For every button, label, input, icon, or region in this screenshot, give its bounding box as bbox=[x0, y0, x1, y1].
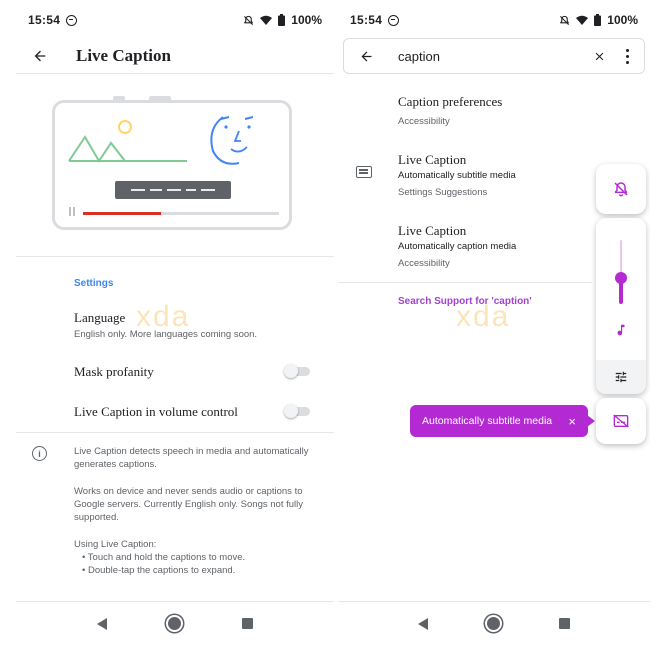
battery-icon bbox=[278, 14, 286, 26]
pause-icon bbox=[69, 207, 77, 216]
data-saver-icon bbox=[66, 14, 78, 26]
illustration-art bbox=[68, 116, 254, 165]
search-result[interactable]: Live Caption Automatically subtitle medi… bbox=[398, 152, 590, 198]
nav-home-icon[interactable] bbox=[486, 617, 500, 630]
wifi-icon bbox=[260, 15, 273, 25]
section-title-settings: Settings bbox=[74, 278, 114, 289]
status-time: 15:54 bbox=[350, 13, 383, 27]
navigation-bar bbox=[338, 601, 650, 645]
search-input[interactable]: caption bbox=[398, 49, 440, 64]
result-title: Caption preferences bbox=[398, 94, 503, 109]
toggle-thumb bbox=[284, 364, 298, 378]
result-source: Accessibility bbox=[398, 116, 450, 127]
dnd-off-icon bbox=[560, 15, 570, 25]
language-preference[interactable]: Language English only. More languages co… bbox=[74, 310, 320, 340]
caption-bar bbox=[115, 181, 231, 199]
dnd-off-icon bbox=[244, 15, 254, 25]
live-caption-tooltip: Automatically subtitle media × bbox=[410, 405, 595, 437]
media-volume-panel bbox=[596, 218, 646, 394]
info-paragraph-1: Live Caption detects speech in media and… bbox=[74, 446, 309, 470]
music-note-icon bbox=[614, 322, 628, 343]
status-time: 15:54 bbox=[28, 13, 61, 27]
volume-control-toggle[interactable] bbox=[284, 404, 312, 418]
phone-power-button bbox=[149, 96, 171, 100]
result-source: Accessibility bbox=[398, 258, 450, 269]
close-icon bbox=[595, 52, 603, 60]
divider bbox=[16, 256, 334, 257]
phone-volume-button bbox=[113, 96, 125, 100]
search-support-link[interactable]: Search Support for 'caption' bbox=[398, 296, 532, 307]
preference-subtitle: English only. More languages coming soon… bbox=[74, 329, 258, 340]
info-paragraph-2: Works on device and never sends audio or… bbox=[74, 486, 303, 523]
nav-back-icon[interactable] bbox=[96, 617, 107, 630]
live-caption-illustration bbox=[52, 96, 292, 230]
battery-icon bbox=[594, 14, 602, 26]
battery-percent: 100% bbox=[607, 13, 638, 27]
data-saver-icon bbox=[388, 14, 400, 26]
settings-search-screen: 15:54 100% caption Caption preferences A… bbox=[338, 0, 650, 645]
back-button[interactable] bbox=[22, 38, 58, 74]
result-subtitle: Automatically caption media bbox=[398, 241, 517, 252]
tooltip-close-button[interactable]: × bbox=[568, 415, 576, 428]
mountain-icon bbox=[68, 135, 187, 163]
page-title: Live Caption bbox=[76, 45, 171, 65]
usage-heading: Using Live Caption: bbox=[74, 539, 157, 550]
search-result[interactable]: Live Caption Automatically caption media… bbox=[398, 223, 590, 269]
arrow-back-icon bbox=[34, 50, 46, 61]
navigation-bar bbox=[16, 601, 334, 645]
ringer-mute-button[interactable] bbox=[596, 164, 646, 214]
info-icon: i bbox=[32, 446, 47, 461]
clear-search-button[interactable] bbox=[584, 41, 614, 71]
app-bar: Live Caption bbox=[16, 38, 334, 74]
wifi-icon bbox=[576, 15, 589, 25]
search-bar: caption bbox=[343, 38, 645, 74]
more-options-button[interactable] bbox=[614, 41, 640, 71]
sliders-icon bbox=[615, 371, 627, 383]
keyboard-captions-icon bbox=[356, 166, 372, 178]
status-bar: 15:54 100% bbox=[16, 0, 334, 40]
search-result[interactable]: Caption preferences Accessibility bbox=[398, 94, 590, 127]
volume-settings-button[interactable] bbox=[596, 360, 646, 394]
bell-off-icon bbox=[614, 182, 628, 197]
captions-off-icon bbox=[613, 414, 629, 428]
volume-slider-thumb[interactable] bbox=[615, 272, 627, 285]
nav-back-icon[interactable] bbox=[417, 617, 428, 630]
nav-recents-icon[interactable] bbox=[242, 618, 254, 629]
nav-recents-icon[interactable] bbox=[559, 618, 571, 629]
back-button[interactable] bbox=[348, 38, 384, 74]
live-caption-toggle-button[interactable] bbox=[596, 398, 646, 444]
result-source: Settings Suggestions bbox=[398, 187, 488, 198]
divider bbox=[338, 282, 592, 283]
mask-profanity-toggle[interactable] bbox=[284, 364, 312, 378]
playback-progress-fill bbox=[83, 212, 162, 215]
usage-item-1: • Touch and hold the captions to move. bbox=[82, 552, 246, 563]
status-bar: 15:54 100% bbox=[338, 0, 650, 40]
live-caption-settings-screen: 15:54 100% Live Caption Settings Languag… bbox=[16, 0, 334, 645]
sun-icon bbox=[118, 120, 132, 134]
preference-title: Language bbox=[74, 310, 126, 325]
battery-percent: 100% bbox=[291, 13, 322, 27]
toggle-thumb bbox=[284, 404, 298, 418]
result-title: Live Caption bbox=[398, 223, 467, 238]
face-icon bbox=[210, 116, 254, 165]
nav-home-icon[interactable] bbox=[167, 617, 181, 630]
result-subtitle: Automatically subtitle media bbox=[398, 170, 516, 181]
tooltip-text: Automatically subtitle media bbox=[422, 415, 553, 427]
arrow-back-icon bbox=[361, 51, 371, 61]
usage-item-2: • Double-tap the captions to expand. bbox=[82, 565, 236, 576]
playback-progress bbox=[83, 212, 279, 215]
divider bbox=[16, 432, 334, 433]
result-title: Live Caption bbox=[398, 152, 467, 167]
